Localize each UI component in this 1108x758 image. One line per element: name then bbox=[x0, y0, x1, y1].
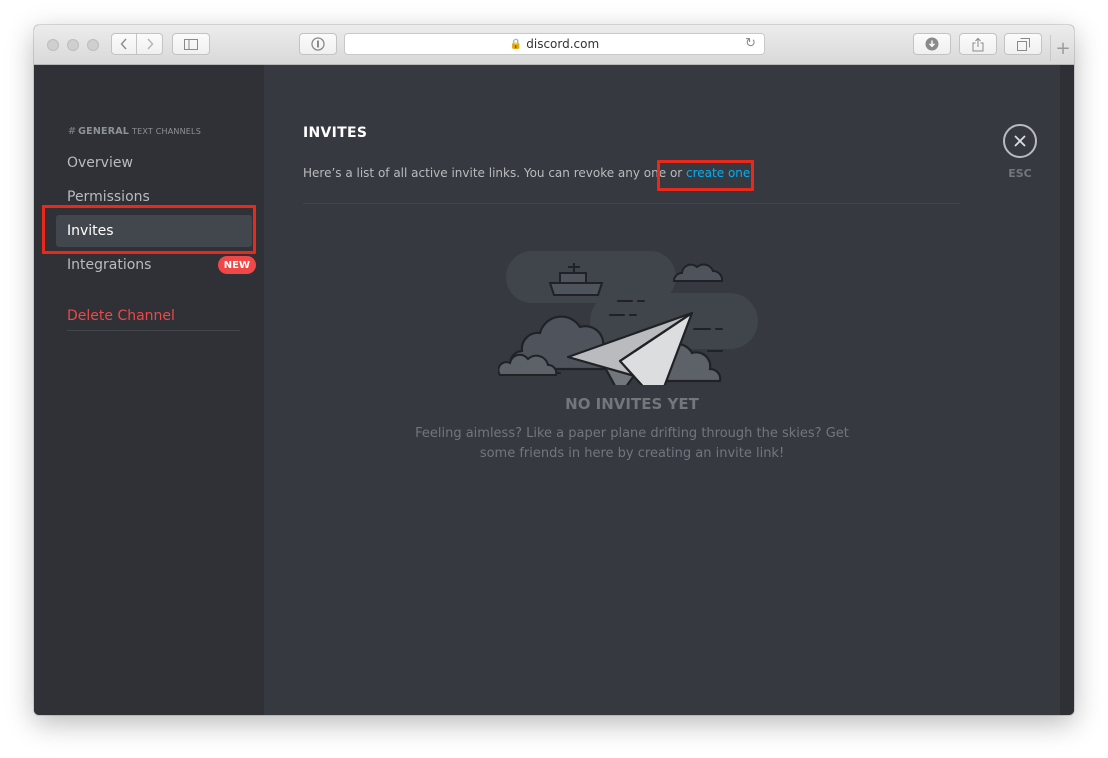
sidebar-item-delete-channel[interactable]: Delete Channel bbox=[56, 300, 252, 332]
chevron-left-icon bbox=[120, 38, 127, 50]
browser-window: 🔒 discord.com ↻ + # GENERAL TEXT CHANNELS … bbox=[34, 25, 1074, 715]
sidebar-item-label: Permissions bbox=[67, 189, 150, 205]
channel-type: TEXT CHANNELS bbox=[132, 127, 201, 136]
onepassword-icon bbox=[311, 37, 325, 51]
address-bar[interactable]: 🔒 discord.com ↻ bbox=[344, 33, 765, 55]
highlight-box-invites bbox=[42, 205, 256, 254]
reload-icon[interactable]: ↻ bbox=[745, 36, 756, 51]
share-button[interactable] bbox=[959, 33, 997, 55]
description-text: Here’s a list of all active invite links… bbox=[303, 166, 687, 180]
chevron-right-icon bbox=[146, 38, 153, 50]
settings-sidebar: # GENERAL TEXT CHANNELS Overview Permissio… bbox=[34, 65, 264, 715]
sidebar-item-label: Integrations bbox=[67, 257, 152, 273]
channel-name: GENERAL bbox=[78, 126, 130, 137]
tabs-icon bbox=[1016, 37, 1030, 51]
downloads-button[interactable] bbox=[913, 33, 951, 55]
sidebar-toggle-button[interactable] bbox=[172, 33, 210, 55]
tabs-overview-button[interactable] bbox=[1004, 33, 1042, 55]
empty-state-description: Feeling aimless? Like a paper plane drif… bbox=[415, 426, 849, 461]
download-icon bbox=[925, 37, 939, 51]
password-extension-button[interactable] bbox=[299, 33, 337, 55]
sidebar-item-label: Overview bbox=[67, 155, 133, 171]
channel-header: # GENERAL TEXT CHANNELS bbox=[68, 126, 201, 137]
zoom-window-light[interactable] bbox=[87, 39, 99, 51]
sidebar-item-label: Delete Channel bbox=[67, 308, 175, 324]
forward-button[interactable] bbox=[137, 33, 163, 55]
minimize-window-light[interactable] bbox=[67, 39, 79, 51]
esc-label: ESC bbox=[1008, 167, 1032, 180]
browser-toolbar: 🔒 discord.com ↻ + bbox=[34, 25, 1074, 65]
address-bar-url: discord.com bbox=[526, 37, 600, 51]
close-icon bbox=[1014, 135, 1026, 147]
scrollbar[interactable] bbox=[1060, 65, 1074, 715]
content-divider bbox=[303, 203, 960, 204]
paper-plane-illustration bbox=[498, 251, 758, 385]
new-badge: NEW bbox=[217, 256, 256, 274]
close-window-light[interactable] bbox=[47, 39, 59, 51]
sidebar-item-overview[interactable]: Overview bbox=[56, 147, 252, 179]
plus-icon: + bbox=[1055, 37, 1071, 59]
back-button[interactable] bbox=[111, 33, 137, 55]
hash-icon: # bbox=[68, 126, 77, 137]
empty-state-title: NO INVITES YET bbox=[565, 395, 699, 413]
close-settings-button[interactable] bbox=[1003, 124, 1037, 158]
highlight-box-create-one bbox=[657, 160, 754, 191]
page-title: INVITES bbox=[303, 125, 368, 141]
lock-icon: 🔒 bbox=[509, 38, 523, 50]
settings-content: INVITES Here’s a list of all active invi… bbox=[264, 65, 1060, 715]
new-tab-button[interactable]: + bbox=[1050, 35, 1074, 61]
sidebar-icon bbox=[184, 38, 198, 50]
share-icon bbox=[972, 37, 984, 51]
